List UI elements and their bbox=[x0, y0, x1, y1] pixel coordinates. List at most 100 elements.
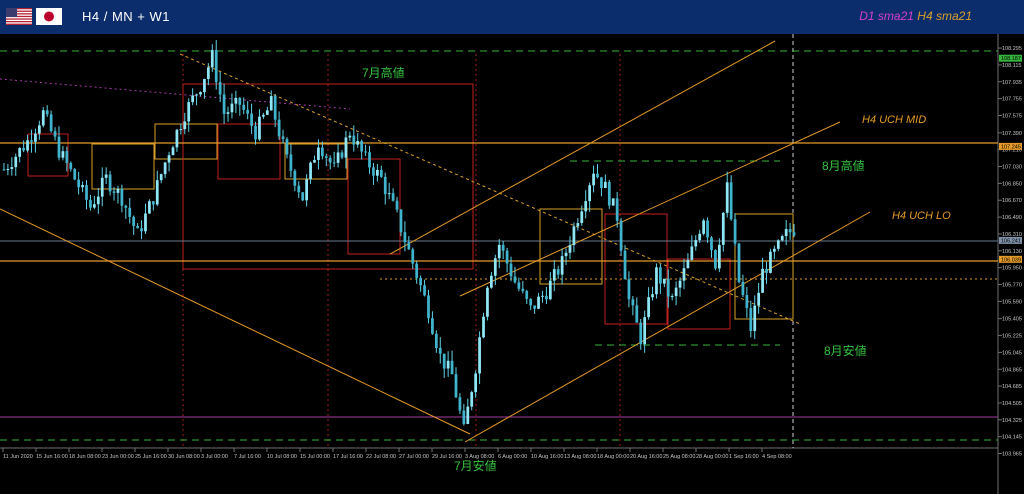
candle-body bbox=[698, 233, 702, 241]
candle-body bbox=[214, 50, 218, 83]
candle-body bbox=[258, 116, 261, 140]
candle-body bbox=[57, 136, 61, 158]
candle-body bbox=[521, 288, 525, 292]
candle-body bbox=[120, 188, 124, 206]
candle-body bbox=[686, 259, 690, 269]
date-tick-label: 15 Jun 16:00 bbox=[36, 454, 68, 460]
price-tick-label: 107.935 bbox=[1002, 80, 1022, 86]
candle-body bbox=[773, 248, 776, 252]
candle-body bbox=[564, 252, 568, 257]
candle-body bbox=[395, 200, 399, 210]
candle-body bbox=[85, 185, 88, 200]
candle-body bbox=[301, 192, 305, 201]
candle-body bbox=[607, 181, 611, 206]
candle-body bbox=[717, 244, 721, 269]
candle-body bbox=[745, 295, 749, 309]
candle-body bbox=[674, 287, 678, 297]
candle-body bbox=[489, 275, 493, 288]
candle-body bbox=[124, 205, 128, 208]
candle-body bbox=[210, 50, 214, 68]
candle-body bbox=[10, 167, 14, 169]
candle-body bbox=[199, 92, 202, 95]
candle-body bbox=[391, 193, 395, 201]
candle-body bbox=[749, 308, 753, 331]
aug-high-label: 8月高値 bbox=[822, 158, 865, 173]
candle-body bbox=[403, 232, 407, 243]
candle-body bbox=[431, 318, 434, 334]
price-tick-label: 108.295 bbox=[1002, 46, 1022, 52]
candle-body bbox=[148, 201, 151, 214]
candle-body bbox=[37, 125, 41, 134]
candle-body bbox=[238, 97, 242, 105]
candle-body bbox=[41, 110, 45, 126]
price-tick-label: 106.490 bbox=[1002, 215, 1022, 221]
price-tick-label: 105.045 bbox=[1002, 350, 1022, 356]
price-tick-label: 105.225 bbox=[1002, 334, 1022, 340]
candle-body bbox=[647, 297, 650, 318]
candle-body bbox=[191, 95, 195, 103]
date-tick-label: 18 Aug 00:00 bbox=[597, 454, 629, 460]
price-tag-label: 107.245 bbox=[1001, 144, 1021, 150]
price-tick-label: 107.755 bbox=[1002, 97, 1022, 103]
date-tick-label: 28 Aug 00:00 bbox=[696, 454, 728, 460]
price-tag-label: 106.039 bbox=[1001, 257, 1021, 263]
candle-body bbox=[344, 137, 348, 158]
candle-body bbox=[159, 174, 163, 181]
candle-body bbox=[360, 141, 364, 152]
candle-body bbox=[635, 305, 639, 323]
candle-body bbox=[206, 67, 210, 80]
candle-body bbox=[183, 121, 187, 130]
candle-body bbox=[501, 244, 505, 251]
candle-body bbox=[100, 177, 104, 197]
date-tick-label: 10 Aug 16:00 bbox=[531, 454, 563, 460]
candle-body bbox=[434, 333, 438, 348]
candle-body bbox=[529, 298, 533, 306]
candle-body bbox=[297, 185, 301, 193]
candle-body bbox=[568, 245, 572, 253]
candle-body bbox=[776, 240, 780, 249]
candle-body bbox=[277, 119, 281, 137]
candle-body bbox=[234, 97, 238, 104]
price-chart[interactable]: 108.295 108.115 107.935 107.755 107.575 107.3… bbox=[0, 34, 1024, 494]
candle-body bbox=[765, 268, 768, 273]
price-tick-label: 104.685 bbox=[1002, 384, 1022, 390]
candle-body bbox=[427, 295, 430, 319]
candle-body bbox=[525, 291, 529, 299]
candle-body bbox=[733, 219, 737, 244]
candle-body bbox=[470, 392, 474, 407]
candle-body bbox=[706, 220, 709, 238]
candle-body bbox=[77, 179, 81, 188]
candle-body bbox=[250, 113, 253, 126]
price-tick-label: 108.115 bbox=[1002, 63, 1021, 69]
candle-body bbox=[317, 147, 320, 160]
chart-header: H4 / MN + W1 D1 sma21 H4 sma21 bbox=[0, 0, 1024, 35]
candle-body bbox=[442, 353, 446, 369]
date-tick-label: 4 Sep 08:00 bbox=[762, 454, 792, 460]
candle-body bbox=[792, 232, 796, 236]
candle-body bbox=[230, 103, 234, 113]
candle-body bbox=[30, 140, 33, 142]
price-tick-label: 107.390 bbox=[1002, 131, 1022, 137]
candle-body bbox=[203, 79, 206, 93]
candle-body bbox=[662, 278, 666, 284]
candle-body bbox=[596, 173, 599, 178]
candle-body bbox=[600, 177, 603, 189]
candle-body bbox=[163, 162, 167, 175]
candle-body bbox=[73, 169, 77, 180]
candle-body bbox=[619, 220, 623, 251]
candle-body bbox=[179, 129, 183, 131]
candle-body bbox=[364, 151, 367, 153]
candle-body bbox=[187, 102, 191, 122]
candle-body bbox=[639, 322, 643, 345]
candle-body bbox=[242, 104, 246, 110]
candle-body bbox=[96, 196, 100, 205]
candle-body bbox=[49, 114, 53, 132]
date-tick-label: 13 Aug 08:00 bbox=[564, 454, 596, 460]
price-tick-label: 105.590 bbox=[1002, 299, 1022, 305]
candle-body bbox=[226, 112, 230, 114]
candle-body bbox=[2, 169, 6, 171]
candle-body bbox=[517, 282, 521, 289]
candle-body bbox=[387, 193, 391, 195]
date-tick-label: 6 Aug 00:00 bbox=[498, 454, 527, 460]
price-tag-label: 106.241 bbox=[1001, 238, 1021, 244]
